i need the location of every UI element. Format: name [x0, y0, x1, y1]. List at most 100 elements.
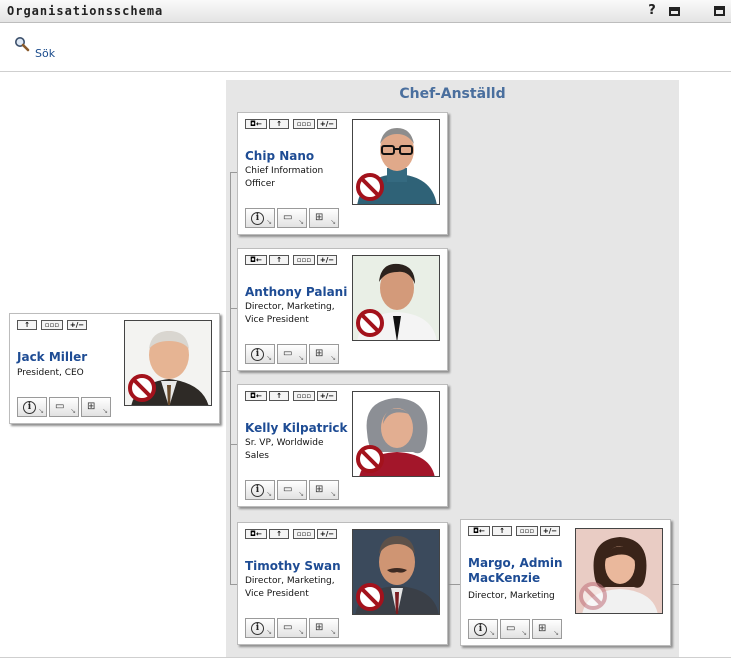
person-card-chip[interactable]: ◘← ↑ ▫▫▫ +/− Chip Nano Chief Information…: [237, 112, 448, 235]
card-icon: ▭: [283, 622, 293, 633]
info-button[interactable]: i ↘: [245, 344, 275, 364]
person-photo: [352, 255, 440, 341]
org-chart-button[interactable]: ⊞ ↘: [309, 480, 339, 500]
vcard-button[interactable]: ▭ ↘: [49, 397, 79, 417]
person-name[interactable]: Jack Miller: [17, 350, 87, 365]
divider: [0, 71, 731, 72]
connector-line: [448, 584, 460, 585]
info-icon: i: [474, 623, 487, 636]
person-photo: [352, 391, 440, 477]
info-button[interactable]: i ↘: [17, 397, 47, 417]
expand-collapse-button[interactable]: +/−: [317, 391, 337, 401]
person-name[interactable]: Margo, Admin MacKenzie: [468, 556, 568, 586]
up-arrow-icon[interactable]: ↑: [269, 255, 289, 265]
show-manager-icon[interactable]: ◘←: [468, 526, 490, 536]
disabled-icon: [356, 173, 384, 201]
magnifier-icon: [15, 37, 30, 52]
card-icon: ▭: [283, 484, 293, 495]
help-icon[interactable]: ?: [645, 4, 659, 18]
connector-line: [220, 371, 230, 372]
org-chart-button[interactable]: ⊞ ↘: [532, 619, 562, 639]
card-actions: i ↘ ▭ ↘ ⊞ ↘: [468, 619, 562, 639]
info-button[interactable]: i ↘: [245, 208, 275, 228]
show-manager-icon[interactable]: ◘←: [245, 255, 267, 265]
card-actions: i ↘ ▭ ↘ ⊞ ↘: [245, 480, 339, 500]
up-arrow-icon[interactable]: ↑: [269, 119, 289, 129]
show-manager-icon[interactable]: ◘←: [245, 391, 267, 401]
person-card-timothy[interactable]: ◘← ↑ ▫▫▫ +/− Timothy Swan Director, Mark…: [237, 522, 448, 645]
show-manager-icon[interactable]: ◘←: [245, 119, 267, 129]
person-title: Director, Marketing, Vice President: [245, 576, 335, 599]
person-photo: [575, 528, 663, 614]
expand-collapse-button[interactable]: +/−: [317, 529, 337, 539]
info-icon: i: [251, 348, 264, 361]
up-arrow-icon[interactable]: ↑: [17, 320, 37, 330]
up-arrow-icon[interactable]: ↑: [269, 391, 289, 401]
vcard-button[interactable]: ▭ ↘: [500, 619, 530, 639]
expand-collapse-button[interactable]: +/−: [540, 526, 560, 536]
vcard-button[interactable]: ▭ ↘: [277, 618, 307, 638]
person-photo: [124, 320, 212, 406]
disabled-icon: [356, 309, 384, 337]
connector-line: [230, 584, 237, 585]
expand-collapse-button[interactable]: +/−: [317, 255, 337, 265]
org-chart-button[interactable]: ⊞ ↘: [81, 397, 111, 417]
expand-collapse-button[interactable]: +/−: [67, 320, 87, 330]
person-card-kelly[interactable]: ◘← ↑ ▫▫▫ +/− Kelly Kilpatrick Sr. VP, Wo…: [237, 384, 448, 507]
person-card-jack[interactable]: ↑ ▫▫▫ +/− Jack Miller President, CEO i ↘ …: [9, 313, 220, 424]
maximize-icon[interactable]: [714, 6, 725, 16]
show-direct-reports-icon[interactable]: ▫▫▫: [516, 526, 538, 536]
person-title: President, CEO: [17, 368, 84, 378]
org-chart-icon: ⊞: [538, 623, 547, 634]
card-icon: ▭: [283, 212, 293, 223]
person-card-margo[interactable]: ◘← ↑ ▫▫▫ +/− Margo, Admin MacKenzie Dire…: [460, 519, 671, 646]
card-actions: i ↘ ▭ ↘ ⊞ ↘: [245, 208, 339, 228]
up-arrow-icon[interactable]: ↑: [492, 526, 512, 536]
org-chart-button[interactable]: ⊞ ↘: [309, 344, 339, 364]
info-button[interactable]: i ↘: [245, 618, 275, 638]
disabled-icon: [356, 445, 384, 473]
show-direct-reports-icon[interactable]: ▫▫▫: [293, 391, 315, 401]
person-name[interactable]: Kelly Kilpatrick: [245, 421, 348, 436]
card-icon: ▭: [55, 401, 65, 412]
window-title: Organisationsschema: [7, 4, 164, 18]
show-direct-reports-icon[interactable]: ▫▫▫: [293, 529, 315, 539]
person-name[interactable]: Timothy Swan: [245, 559, 341, 574]
person-name[interactable]: Chip Nano: [245, 149, 314, 164]
connector-line: [230, 172, 237, 173]
connector-line: [671, 584, 679, 585]
person-photo: [352, 529, 440, 615]
person-photo: [352, 119, 440, 205]
up-arrow-icon[interactable]: ↑: [269, 529, 289, 539]
divider: [0, 657, 731, 658]
person-card-anthony[interactable]: ◘← ↑ ▫▫▫ +/− Anthony Palani Director, Ma…: [237, 248, 448, 371]
person-title: Director, Marketing: [468, 591, 555, 601]
org-chart-button[interactable]: ⊞ ↘: [309, 208, 339, 228]
card-actions: i ↘ ▭ ↘ ⊞ ↘: [245, 618, 339, 638]
person-title: Director, Marketing, Vice President: [245, 302, 335, 325]
info-button[interactable]: i ↘: [468, 619, 498, 639]
panel-title: Chef-Anställd: [399, 86, 506, 102]
show-direct-reports-icon[interactable]: ▫▫▫: [293, 255, 315, 265]
show-direct-reports-icon[interactable]: ▫▫▫: [41, 320, 63, 330]
show-manager-icon[interactable]: ◘←: [245, 529, 267, 539]
window-titlebar: Organisationsschema ?: [0, 0, 731, 23]
org-chart-button[interactable]: ⊞ ↘: [309, 618, 339, 638]
connector-line: [230, 444, 237, 445]
vcard-button[interactable]: ▭ ↘: [277, 344, 307, 364]
search-label[interactable]: Sök: [35, 47, 55, 60]
org-chart-icon: ⊞: [315, 484, 324, 495]
connector-line: [230, 172, 231, 584]
info-button[interactable]: i ↘: [245, 480, 275, 500]
show-direct-reports-icon[interactable]: ▫▫▫: [293, 119, 315, 129]
info-icon: i: [251, 484, 264, 497]
disabled-icon: [356, 583, 384, 611]
print-icon[interactable]: [669, 7, 680, 16]
vcard-button[interactable]: ▭ ↘: [277, 480, 307, 500]
org-chart-icon: ⊞: [315, 622, 324, 633]
vcard-button[interactable]: ▭ ↘: [277, 208, 307, 228]
expand-collapse-button[interactable]: +/−: [317, 119, 337, 129]
org-chart-icon: ⊞: [87, 401, 96, 412]
person-title: Sr. VP, Worldwide Sales: [245, 438, 324, 461]
person-name[interactable]: Anthony Palani: [245, 285, 347, 300]
